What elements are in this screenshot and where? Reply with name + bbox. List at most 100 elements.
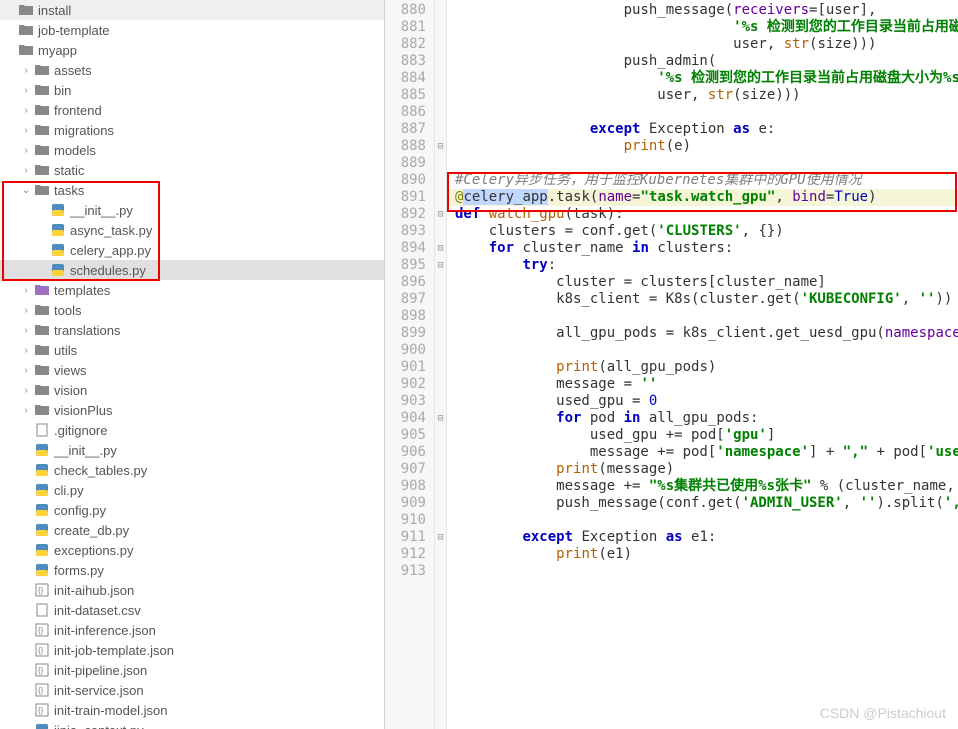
- code-line[interactable]: [455, 104, 958, 121]
- tree-item-assets[interactable]: ›assets: [0, 60, 384, 80]
- code-line[interactable]: [455, 563, 958, 580]
- tree-item-init-dataset-csv[interactable]: ·init-dataset.csv: [0, 600, 384, 620]
- chevron-icon[interactable]: ›: [20, 124, 32, 136]
- tree-item-myapp[interactable]: ·myapp: [0, 40, 384, 60]
- tree-item-check-tables-py[interactable]: ·check_tables.py: [0, 460, 384, 480]
- fold-marker[interactable]: ⊟: [435, 257, 446, 274]
- code-line[interactable]: cluster = clusters[cluster_name]: [455, 274, 958, 291]
- chevron-icon[interactable]: ›: [20, 104, 32, 116]
- tree-item-utils[interactable]: ›utils: [0, 340, 384, 360]
- fold-marker[interactable]: ⊟: [435, 138, 446, 155]
- chevron-icon[interactable]: ›: [20, 384, 32, 396]
- code-line[interactable]: [455, 512, 958, 529]
- tree-item-init-aihub-json[interactable]: ·{}init-aihub.json: [0, 580, 384, 600]
- code-line[interactable]: message += "%s集群共已使用%s张卡" % (cluster_nam…: [455, 478, 958, 495]
- code-line[interactable]: print(message): [455, 461, 958, 478]
- code-line[interactable]: user, str(size))): [455, 87, 958, 104]
- chevron-icon: ·: [20, 584, 32, 596]
- tree-item-models[interactable]: ›models: [0, 140, 384, 160]
- tree-item-init-train-model-json[interactable]: ·{}init-train-model.json: [0, 700, 384, 720]
- code-line[interactable]: except Exception as e:: [455, 121, 958, 138]
- tree-item-celery-app-py[interactable]: ·celery_app.py: [0, 240, 384, 260]
- chevron-icon[interactable]: ›: [20, 84, 32, 96]
- fold-gutter[interactable]: ⊟⊟⊟⊟⊟⊟: [435, 0, 447, 729]
- tree-item-init-service-json[interactable]: ·{}init-service.json: [0, 680, 384, 700]
- code-editor[interactable]: 8808818828838848858868878888898908918928…: [385, 0, 958, 729]
- fold-marker: [435, 461, 446, 478]
- tree-item-install[interactable]: ·install: [0, 0, 384, 20]
- tree-item-async-task-py[interactable]: ·async_task.py: [0, 220, 384, 240]
- tree-item-translations[interactable]: ›translations: [0, 320, 384, 340]
- tree-item-visionPlus[interactable]: ›visionPlus: [0, 400, 384, 420]
- chevron-icon[interactable]: ›: [20, 64, 32, 76]
- code-line[interactable]: #Celery异步任务，用于监控Kubernetes集群中的GPU使用情况: [455, 172, 958, 189]
- code-line[interactable]: user, str(size))): [455, 36, 958, 53]
- code-line[interactable]: all_gpu_pods = k8s_client.get_uesd_gpu(n…: [455, 325, 958, 342]
- line-number: 910: [385, 512, 426, 529]
- code-line[interactable]: used_gpu = 0: [455, 393, 958, 410]
- code-line[interactable]: message = '': [455, 376, 958, 393]
- code-content[interactable]: push_message(receivers=[user], '%s 检测到您的…: [447, 0, 958, 729]
- tree-item-migrations[interactable]: ›migrations: [0, 120, 384, 140]
- code-line[interactable]: push_admin(: [455, 53, 958, 70]
- tree-item-cli-py[interactable]: ·cli.py: [0, 480, 384, 500]
- code-line[interactable]: [455, 308, 958, 325]
- tree-item-schedules-py[interactable]: ·schedules.py: [0, 260, 384, 280]
- tree-item---init---py[interactable]: ·__init__.py: [0, 200, 384, 220]
- code-line[interactable]: try:: [455, 257, 958, 274]
- code-line[interactable]: [455, 342, 958, 359]
- code-line[interactable]: @celery_app.task(name="task.watch_gpu", …: [447, 189, 958, 206]
- chevron-icon[interactable]: ›: [20, 344, 32, 356]
- fold-marker[interactable]: ⊟: [435, 529, 446, 546]
- code-line[interactable]: push_message(receivers=[user],: [455, 2, 958, 19]
- code-line[interactable]: [455, 155, 958, 172]
- code-line[interactable]: for pod in all_gpu_pods:: [455, 410, 958, 427]
- code-line[interactable]: '%s 检测到您的工作目录当前占用磁盘大小为%sG。: [455, 70, 958, 87]
- code-line[interactable]: clusters = conf.get('CLUSTERS', {}): [455, 223, 958, 240]
- tree-item-init-pipeline-json[interactable]: ·{}init-pipeline.json: [0, 660, 384, 680]
- chevron-icon[interactable]: ›: [20, 284, 32, 296]
- chevron-icon[interactable]: ›: [20, 164, 32, 176]
- code-line[interactable]: print(e): [455, 138, 958, 155]
- tree-item-init-inference-json[interactable]: ·{}init-inference.json: [0, 620, 384, 640]
- code-line[interactable]: message += pod['namespace'] + "," + pod[…: [455, 444, 958, 461]
- tree-item-exceptions-py[interactable]: ·exceptions.py: [0, 540, 384, 560]
- code-line[interactable]: push_message(conf.get('ADMIN_USER', '').…: [455, 495, 958, 512]
- chevron-icon[interactable]: ›: [20, 364, 32, 376]
- tree-item-bin[interactable]: ›bin: [0, 80, 384, 100]
- chevron-icon[interactable]: ⌄: [20, 184, 32, 196]
- code-line[interactable]: '%s 检测到您的工作目录当前占用磁盘大: [455, 19, 958, 36]
- tree-item-vision[interactable]: ›vision: [0, 380, 384, 400]
- code-line[interactable]: def watch_gpu(task):: [455, 206, 958, 223]
- code-line[interactable]: used_gpu += pod['gpu']: [455, 427, 958, 444]
- tree-item-init-job-template-json[interactable]: ·{}init-job-template.json: [0, 640, 384, 660]
- code-line[interactable]: print(e1): [455, 546, 958, 563]
- tree-item-forms-py[interactable]: ·forms.py: [0, 560, 384, 580]
- fold-marker[interactable]: ⊟: [435, 410, 446, 427]
- tree-item-tasks[interactable]: ⌄tasks: [0, 180, 384, 200]
- tree-item-label: cli.py: [54, 483, 84, 498]
- chevron-icon[interactable]: ›: [20, 304, 32, 316]
- tree-item-static[interactable]: ›static: [0, 160, 384, 180]
- fold-marker[interactable]: ⊟: [435, 206, 446, 223]
- tree-item---init---py[interactable]: ·__init__.py: [0, 440, 384, 460]
- tree-item-views[interactable]: ›views: [0, 360, 384, 380]
- tree-item-frontend[interactable]: ›frontend: [0, 100, 384, 120]
- tree-item-tools[interactable]: ›tools: [0, 300, 384, 320]
- tree-item-config-py[interactable]: ·config.py: [0, 500, 384, 520]
- code-line[interactable]: for cluster_name in clusters:: [455, 240, 958, 257]
- tree-item-job-template[interactable]: ·job-template: [0, 20, 384, 40]
- chevron-icon[interactable]: ›: [20, 144, 32, 156]
- tree-item-label: init-inference.json: [54, 623, 156, 638]
- tree-item-templates[interactable]: ›templates: [0, 280, 384, 300]
- code-line[interactable]: except Exception as e1:: [455, 529, 958, 546]
- chevron-icon[interactable]: ›: [20, 404, 32, 416]
- code-line[interactable]: k8s_client = K8s(cluster.get('KUBECONFIG…: [455, 291, 958, 308]
- tree-item-jinja-context-py[interactable]: ·jinja_context.py: [0, 720, 384, 729]
- tree-item--gitignore[interactable]: ·.gitignore: [0, 420, 384, 440]
- folder-icon: [18, 42, 34, 58]
- chevron-icon[interactable]: ›: [20, 324, 32, 336]
- tree-item-create-db-py[interactable]: ·create_db.py: [0, 520, 384, 540]
- code-line[interactable]: print(all_gpu_pods): [455, 359, 958, 376]
- fold-marker[interactable]: ⊟: [435, 240, 446, 257]
